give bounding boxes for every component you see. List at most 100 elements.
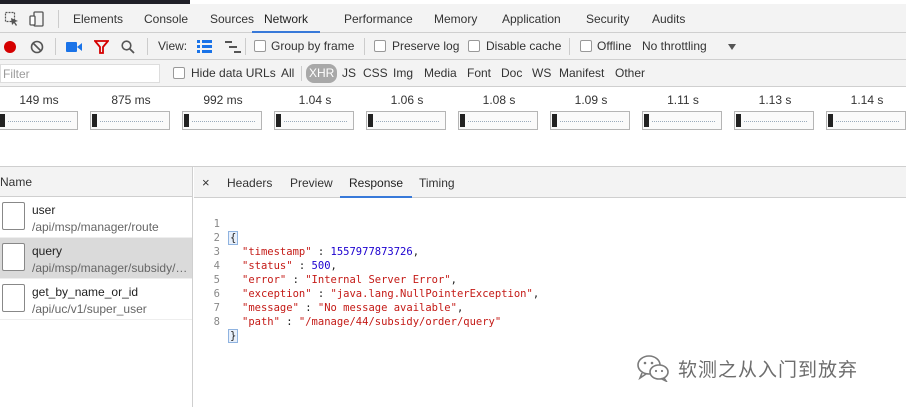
capture-screenshots-icon[interactable]	[66, 41, 82, 53]
network-toolbar: View: Group by frame Preserve log Disabl…	[0, 33, 906, 60]
screenshot-thumbnail[interactable]	[734, 111, 814, 130]
screenshot-thumbnail[interactable]	[642, 111, 722, 130]
code-line: 8 }	[194, 301, 239, 343]
code-line: 7 "path" : "/manage/44/subsidy/order/que…	[194, 287, 502, 328]
filter-type-font[interactable]: Font	[467, 60, 491, 87]
group-by-frame-label: Group by frame	[271, 39, 355, 53]
json-separator: :	[279, 316, 299, 328]
file-icon	[2, 284, 25, 312]
filter-type-manifest[interactable]: Manifest	[559, 60, 604, 87]
overview-time: 992 ms	[203, 93, 243, 107]
filter-icon[interactable]	[94, 40, 109, 54]
file-icon	[2, 243, 25, 271]
json-separator: :	[292, 260, 312, 272]
tab-console[interactable]: Console	[144, 4, 188, 33]
screenshot-thumbnail[interactable]	[90, 111, 170, 130]
screenshot-thumbnail[interactable]	[366, 111, 446, 130]
large-rows-icon[interactable]	[197, 40, 212, 53]
tab-timing[interactable]: Timing	[419, 167, 455, 198]
json-separator: :	[286, 274, 306, 286]
offline-checkbox[interactable]	[580, 40, 592, 52]
disable-cache-label: Disable cache	[486, 39, 562, 53]
details-tab-bar: × Headers Preview Response Timing	[194, 167, 906, 198]
screenshot-thumbnail[interactable]	[550, 111, 630, 130]
filter-type-img[interactable]: Img	[393, 60, 413, 87]
offline-label: Offline	[597, 39, 632, 53]
tab-response[interactable]: Response	[340, 167, 413, 198]
hide-data-urls-label: Hide data URLs	[191, 66, 276, 80]
disable-cache-checkbox[interactable]	[468, 40, 480, 52]
close-brace: }	[228, 329, 239, 343]
tab-preview[interactable]: Preview	[290, 167, 333, 198]
request-path: /api/msp/manager/route	[32, 220, 159, 234]
json-string: "Internal Server Error"	[305, 274, 451, 286]
screenshot-thumbnail[interactable]	[458, 111, 538, 130]
screenshot-thumbnail[interactable]	[182, 111, 262, 130]
request-row[interactable]: get_by_name_or_id /api/uc/v1/super_user	[0, 279, 192, 320]
filter-type-media[interactable]: Media	[424, 60, 457, 87]
overview-time: 1.14 s	[850, 93, 884, 107]
file-icon	[2, 202, 25, 230]
tab-memory[interactable]: Memory	[434, 4, 477, 33]
filter-type-js[interactable]: JS	[342, 60, 356, 87]
json-comma: ,	[450, 274, 457, 286]
screenshot-thumbnail[interactable]	[826, 111, 906, 130]
code-line: 5 "exception" : "java.lang.NullPointerEx…	[194, 259, 539, 300]
toolbar-separator	[364, 38, 365, 55]
tab-audits[interactable]: Audits	[652, 4, 685, 33]
search-icon[interactable]	[121, 40, 135, 54]
overview-time: 1.06 s	[390, 93, 424, 107]
toolbar-separator	[301, 66, 302, 81]
filter-type-css[interactable]: CSS	[363, 60, 388, 87]
filter-input[interactable]	[0, 64, 160, 83]
filter-type-ws[interactable]: WS	[532, 60, 551, 87]
filter-type-other[interactable]: Other	[615, 60, 645, 87]
toolbar-separator	[147, 38, 148, 55]
overview-time: 1.09 s	[574, 93, 608, 107]
overview-time: 149 ms	[19, 93, 59, 107]
code-line: 6 "message" : "No message available",	[194, 273, 464, 314]
wechat-logo-icon	[637, 355, 669, 382]
tab-security[interactable]: Security	[586, 4, 629, 33]
request-row[interactable]: user /api/msp/manager/route	[0, 197, 192, 238]
toolbar-separator	[569, 38, 570, 55]
clear-icon[interactable]	[30, 40, 44, 54]
screenshot-thumbnail[interactable]	[274, 111, 354, 130]
request-row-selected[interactable]: query /api/msp/manager/subsidy/order/que…	[0, 238, 192, 279]
filter-type-all[interactable]: All	[281, 60, 294, 87]
name-column-header[interactable]: Name	[0, 167, 192, 197]
group-by-frame-checkbox[interactable]	[254, 40, 266, 52]
line-number: 8	[213, 316, 220, 328]
overview-time: 875 ms	[111, 93, 151, 107]
close-icon[interactable]: ×	[202, 167, 210, 198]
overview-time: 1.04 s	[298, 93, 332, 107]
request-name: get_by_name_or_id	[32, 285, 139, 299]
request-path: /api/uc/v1/super_user	[32, 302, 147, 316]
request-name: user	[32, 203, 56, 217]
hide-data-urls-checkbox[interactable]	[173, 67, 185, 79]
json-comma: ,	[412, 246, 420, 258]
toolbar-separator	[58, 10, 59, 28]
tab-network[interactable]: Network	[252, 4, 321, 33]
throttling-select[interactable]: No throttling	[642, 33, 707, 60]
tab-performance[interactable]: Performance	[344, 4, 413, 33]
device-toolbar-icon[interactable]	[29, 11, 45, 27]
overview-waterfall-icon[interactable]	[225, 41, 241, 53]
tab-elements[interactable]: Elements	[73, 4, 123, 33]
code-line: 4 "error" : "Internal Server Error",	[194, 245, 457, 286]
tab-headers[interactable]: Headers	[227, 167, 272, 198]
tab-sources[interactable]: Sources	[210, 4, 254, 33]
inspect-element-icon[interactable]	[4, 11, 20, 27]
record-icon[interactable]	[3, 40, 17, 54]
json-key: "error"	[242, 274, 287, 286]
screenshot-thumbnail[interactable]	[0, 111, 78, 130]
watermark: 软测之从入门到放弃	[636, 353, 858, 383]
code-line: 3 "status" : 500,	[194, 231, 337, 272]
request-path: /api/msp/manager/subsidy/order/query	[32, 261, 190, 275]
filter-type-doc[interactable]: Doc	[501, 60, 522, 87]
filter-type-xhr[interactable]: XHR	[306, 64, 338, 83]
tab-application[interactable]: Application	[502, 4, 561, 33]
toolbar-separator	[245, 38, 246, 55]
dropdown-arrow-icon[interactable]	[728, 44, 736, 50]
preserve-log-checkbox[interactable]	[374, 40, 386, 52]
